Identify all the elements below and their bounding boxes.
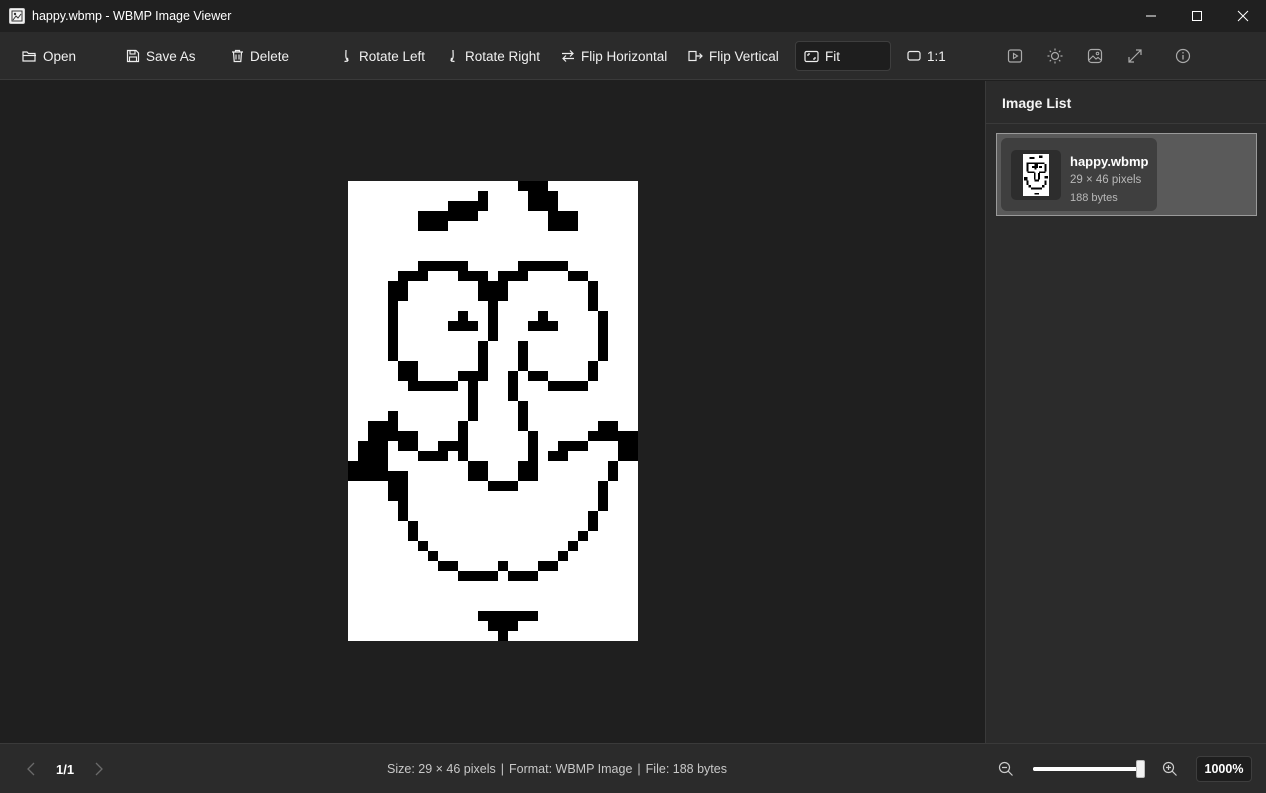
zoom-slider-fill bbox=[1033, 767, 1141, 771]
rotate-right-label: Rotate Right bbox=[465, 48, 541, 64]
thumbnail bbox=[1023, 154, 1049, 196]
file-info: File: 188 bytes bbox=[645, 762, 727, 776]
rotate-right-icon bbox=[450, 49, 455, 63]
brightness-button[interactable] bbox=[1044, 45, 1066, 67]
image-card[interactable]: happy.wbmp 29 × 46 pixels 188 bytes bbox=[1001, 138, 1157, 211]
minimize-button[interactable] bbox=[1128, 0, 1174, 32]
info-button[interactable] bbox=[1172, 45, 1194, 67]
chevron-left-icon bbox=[27, 762, 35, 776]
zoom-out-icon bbox=[998, 761, 1013, 776]
title-bar: happy.wbmp - WBMP Image Viewer bbox=[0, 0, 1266, 32]
sidebar-divider bbox=[986, 123, 1266, 124]
delete-label: Delete bbox=[250, 48, 290, 64]
image-info: Size: 29 × 46 pixels | Format: WBMP Image |… bbox=[387, 762, 727, 776]
thumbnail-frame bbox=[1011, 150, 1061, 200]
trash-icon bbox=[232, 49, 243, 63]
maximize-button[interactable] bbox=[1174, 0, 1220, 32]
image-viewer-canvas[interactable] bbox=[0, 81, 985, 743]
flip-horizontal-icon bbox=[562, 50, 574, 62]
rotate-left-icon bbox=[344, 49, 349, 63]
flip-vertical-label: Flip Vertical bbox=[709, 48, 779, 64]
flip-horizontal-label: Flip Horizontal bbox=[581, 48, 668, 64]
info-icon bbox=[1175, 48, 1191, 64]
happy-face-image bbox=[348, 181, 638, 641]
save-icon bbox=[126, 49, 140, 63]
slideshow-icon bbox=[1007, 49, 1023, 63]
fullscreen-button[interactable] bbox=[1124, 45, 1146, 67]
brightness-icon bbox=[1047, 48, 1063, 64]
actual-size-icon bbox=[907, 50, 921, 61]
fit-screen-icon bbox=[804, 50, 819, 62]
image-item-name: happy.wbmp bbox=[1070, 154, 1149, 169]
zoom-out-button[interactable] bbox=[996, 759, 1016, 779]
image-adjust-icon bbox=[1087, 48, 1103, 64]
rotate-right-button[interactable]: Rotate Right bbox=[446, 41, 540, 71]
minimize-icon bbox=[1146, 15, 1156, 17]
window-title: happy.wbmp - WBMP Image Viewer bbox=[32, 9, 232, 23]
image-list-panel: Image List happy.wbmp 29 × 46 pixels 188… bbox=[985, 81, 1266, 743]
zoom-in-button[interactable] bbox=[1160, 759, 1180, 779]
image-list-item[interactable]: happy.wbmp 29 × 46 pixels 188 bytes bbox=[996, 133, 1257, 216]
separator: | bbox=[637, 762, 641, 776]
folder-open-icon bbox=[22, 51, 36, 62]
fullscreen-icon bbox=[1128, 49, 1142, 63]
zoom-slider[interactable] bbox=[1033, 760, 1145, 778]
format-info: Format: WBMP Image bbox=[509, 762, 633, 776]
flip-horizontal-button[interactable]: Flip Horizontal bbox=[561, 41, 667, 71]
status-bar: 1/1 Size: 29 × 46 pixels | Format: WBMP Im… bbox=[0, 743, 1266, 793]
slideshow-button[interactable] bbox=[1004, 45, 1026, 67]
zoom-level[interactable]: 1000% bbox=[1196, 756, 1252, 782]
next-image-button[interactable] bbox=[91, 760, 107, 778]
chevron-right-icon bbox=[95, 762, 103, 776]
image-adjust-button[interactable] bbox=[1084, 45, 1106, 67]
zoom-slider-thumb[interactable] bbox=[1136, 760, 1145, 778]
maximize-icon bbox=[1192, 11, 1202, 21]
fit-label: Fit bbox=[825, 48, 840, 64]
flip-vertical-button[interactable]: Flip Vertical bbox=[688, 41, 779, 71]
image-item-filesize: 188 bytes bbox=[1070, 192, 1118, 204]
rotate-left-label: Rotate Left bbox=[359, 48, 426, 64]
close-button[interactable] bbox=[1220, 0, 1266, 32]
window-controls bbox=[1128, 0, 1266, 32]
toolbar: Open Save As Delete Rotate Left Rotate R… bbox=[0, 32, 1266, 80]
app-icon bbox=[9, 8, 25, 24]
size-info: Size: 29 × 46 pixels bbox=[387, 762, 496, 776]
open-label: Open bbox=[43, 48, 77, 64]
delete-button[interactable]: Delete bbox=[231, 41, 289, 71]
save-as-label: Save As bbox=[146, 48, 196, 64]
thumbnail-face-image bbox=[1023, 155, 1049, 195]
zoom-in-icon bbox=[1162, 761, 1177, 776]
rotate-left-button[interactable]: Rotate Left bbox=[340, 41, 425, 71]
previous-image-button[interactable] bbox=[23, 760, 39, 778]
actual-size-label: 1:1 bbox=[927, 48, 946, 64]
separator: | bbox=[500, 762, 504, 776]
page-counter: 1/1 bbox=[56, 762, 75, 777]
flip-vertical-icon bbox=[688, 50, 703, 62]
open-button[interactable]: Open bbox=[22, 41, 76, 71]
image-item-dimensions: 29 × 46 pixels bbox=[1070, 174, 1142, 186]
image-list-title: Image List bbox=[1002, 95, 1072, 111]
save-as-button[interactable]: Save As bbox=[126, 41, 196, 71]
displayed-image bbox=[348, 181, 638, 641]
fit-button[interactable]: Fit bbox=[795, 41, 891, 71]
actual-size-button[interactable]: 1:1 bbox=[907, 41, 946, 71]
close-icon bbox=[1237, 10, 1249, 22]
